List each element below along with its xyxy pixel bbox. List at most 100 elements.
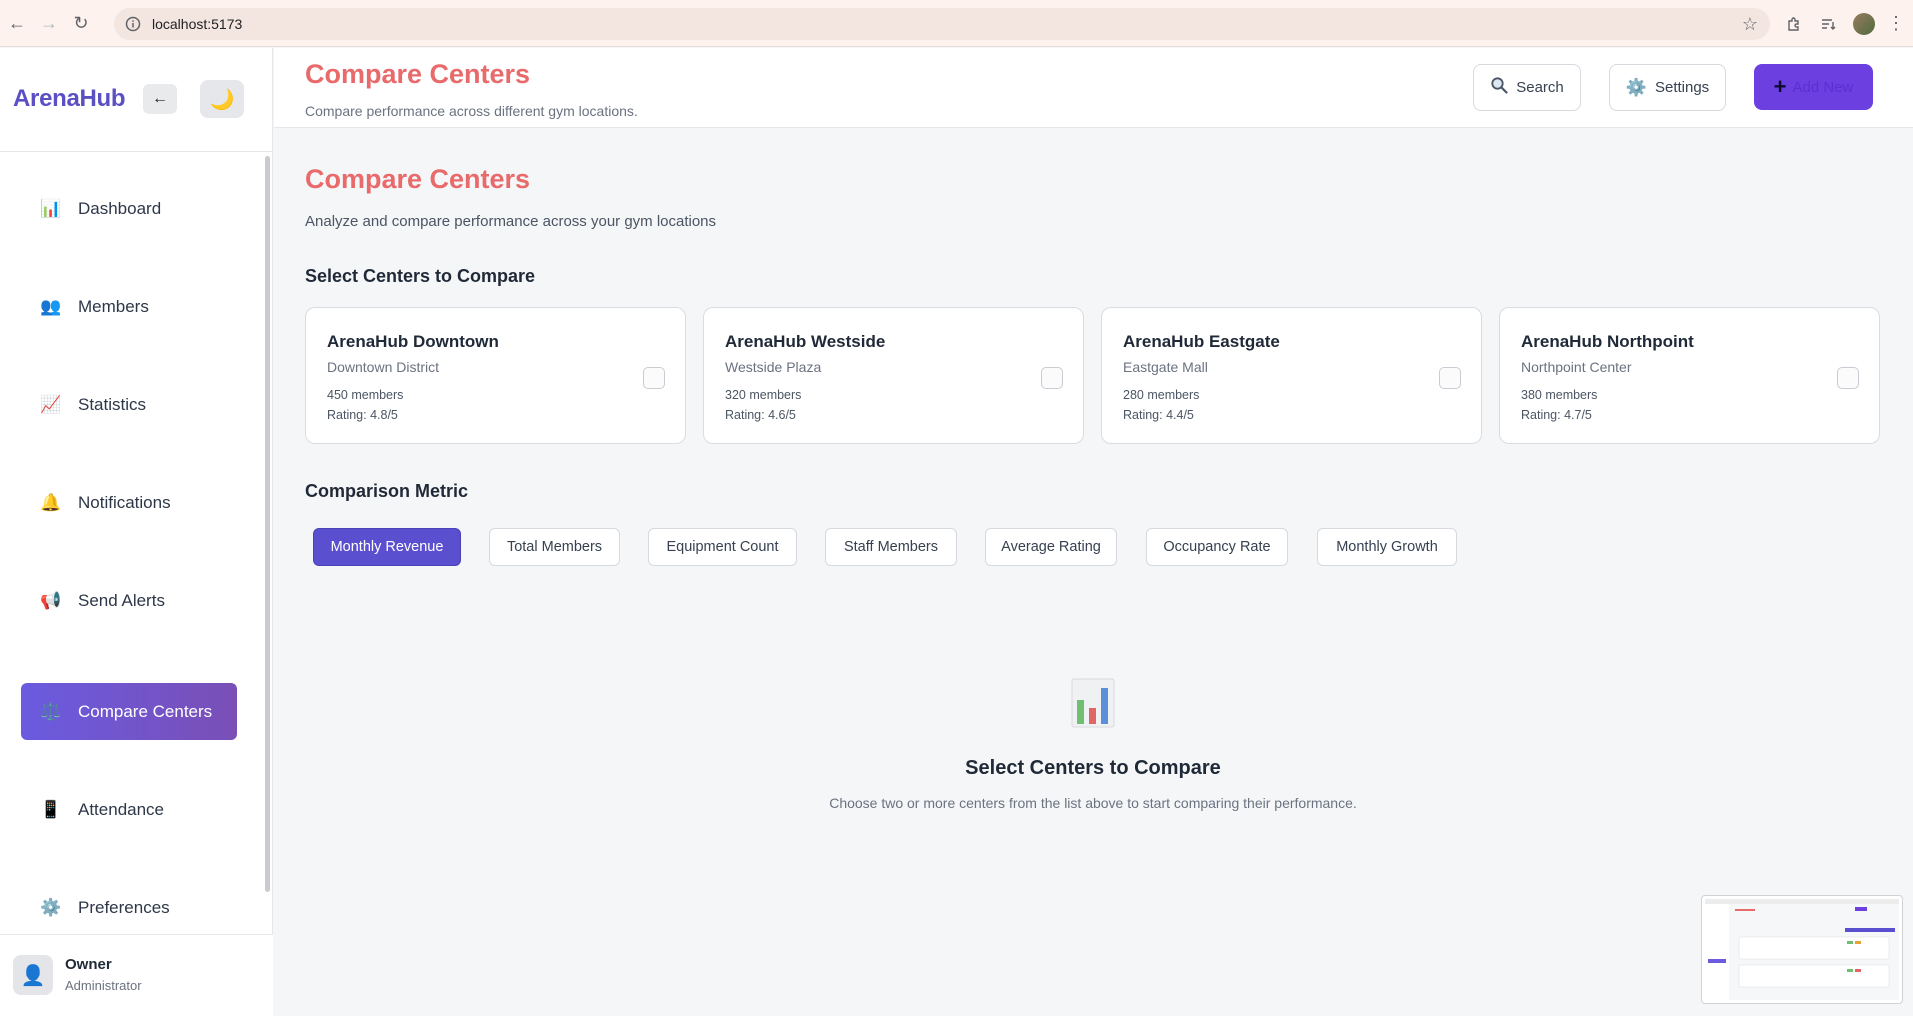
center-rating: Rating: 4.7/5 — [1521, 408, 1592, 422]
center-location: Northpoint Center — [1521, 359, 1632, 375]
page-title: Compare Centers — [305, 164, 531, 194]
select-centers-heading: Select Centers to Compare — [305, 266, 536, 286]
users-icon: 👥 — [40, 296, 62, 316]
moon-icon: 🌙 — [209, 88, 235, 111]
sidebar-item-dashboard[interactable]: 📊 Dashboard — [21, 180, 237, 237]
megaphone-icon: 📢 — [40, 590, 62, 610]
sidebar-item-label: Compare Centers — [78, 701, 213, 721]
center-members: 450 members — [327, 388, 404, 402]
sidebar-item-attendance[interactable]: 📱 Attendance — [21, 781, 237, 838]
metric-occupancy-rate[interactable]: Occupancy Rate — [1146, 528, 1288, 566]
scales-icon: ⚖️ — [40, 701, 62, 721]
theme-toggle-button[interactable]: 🌙 — [200, 80, 244, 118]
comparison-metric-heading: Comparison Metric — [305, 481, 469, 501]
trend-chart-icon: 📈 — [40, 394, 62, 414]
sidebar-item-compare-centers[interactable]: ⚖️ Compare Centers — [21, 683, 237, 740]
header-subtitle: Compare performance across different gym… — [305, 103, 638, 119]
search-button-label: Search — [1516, 79, 1564, 96]
center-select-checkbox[interactable] — [643, 367, 665, 389]
metric-average-rating[interactable]: Average Rating — [985, 528, 1117, 566]
metric-monthly-growth[interactable]: Monthly Growth — [1317, 528, 1457, 566]
center-rating: Rating: 4.8/5 — [327, 408, 398, 422]
back-icon[interactable]: ← — [4, 10, 30, 36]
gear-icon: ⚙️ — [40, 897, 62, 917]
forward-icon[interactable]: → — [36, 10, 62, 36]
sidebar-item-statistics[interactable]: 📈 Statistics — [21, 376, 237, 433]
sidebar-item-preferences[interactable]: ⚙️ Preferences — [21, 879, 237, 936]
bookmark-star-icon[interactable]: ☆ — [1742, 14, 1758, 35]
browser-toolbar: ← → ↻ localhost:5173 ☆ ⋮ — [0, 0, 1913, 47]
profile-avatar[interactable] — [1853, 12, 1875, 35]
center-location: Downtown District — [327, 359, 440, 375]
center-members: 320 members — [725, 388, 802, 402]
sidebar-item-label: Send Alerts — [78, 590, 165, 610]
center-card[interactable]: ArenaHub Downtown Downtown District 450 … — [305, 307, 686, 444]
user-name: Owner — [65, 956, 112, 973]
center-name: ArenaHub Northpoint — [1521, 332, 1694, 351]
center-card[interactable]: ArenaHub Eastgate Eastgate Mall 280 memb… — [1101, 307, 1482, 444]
bell-icon: 🔔 — [40, 492, 62, 512]
sidebar-item-label: Statistics — [78, 394, 147, 414]
center-location: Eastgate Mall — [1123, 359, 1208, 375]
sidebar-item-notifications[interactable]: 🔔 Notifications — [21, 474, 237, 531]
sidebar-item-label: Preferences — [78, 897, 170, 917]
center-name: ArenaHub Eastgate — [1123, 332, 1280, 351]
arrow-left-icon: ← — [152, 90, 168, 107]
user-role: Administrator — [65, 978, 142, 993]
center-name: ArenaHub Downtown — [327, 332, 499, 351]
center-select-checkbox[interactable] — [1439, 367, 1461, 389]
bar-chart-icon: 📊 — [40, 198, 62, 218]
sidebar-item-send-alerts[interactable]: 📢 Send Alerts — [21, 572, 237, 629]
center-card[interactable]: ArenaHub Northpoint Northpoint Center 38… — [1499, 307, 1880, 444]
metric-staff-members[interactable]: Staff Members — [825, 528, 957, 566]
center-rating: Rating: 4.6/5 — [725, 408, 796, 422]
address-bar[interactable]: localhost:5173 ☆ — [114, 8, 1770, 40]
metric-monthly-revenue[interactable]: Monthly Revenue — [313, 528, 461, 566]
user-profile[interactable]: 👤 Owner Administrator — [0, 934, 273, 1016]
plus-icon: + — [1773, 74, 1787, 99]
preview-thumbnail-image — [1705, 899, 1899, 1000]
sidebar-item-label: Dashboard — [78, 198, 162, 218]
site-info-icon[interactable] — [122, 13, 144, 35]
metric-total-members[interactable]: Total Members — [489, 528, 620, 566]
preview-thumbnail[interactable] — [1701, 895, 1903, 1004]
bar-chart-icon — [1071, 678, 1115, 728]
center-members: 280 members — [1123, 388, 1200, 402]
url-text[interactable]: localhost:5173 — [152, 16, 242, 32]
sidebar: ArenaHub ← 🌙 📊 Dashboard 👥 Members 📈 Sta… — [0, 48, 273, 1016]
sidebar-header: ArenaHub ← 🌙 — [0, 48, 272, 152]
sidebar-item-members[interactable]: 👥 Members — [21, 278, 237, 335]
center-members: 380 members — [1521, 388, 1598, 402]
page-subtitle: Analyze and compare performance across y… — [305, 213, 717, 230]
sidebar-item-label: Notifications — [78, 492, 171, 512]
reading-list-icon[interactable] — [1811, 7, 1845, 41]
sidebar-item-label: Members — [78, 296, 149, 316]
center-card[interactable]: ArenaHub Westside Westside Plaza 320 mem… — [703, 307, 1084, 444]
collapse-sidebar-button[interactable]: ← — [143, 84, 177, 114]
gear-icon: ⚙️ — [1625, 77, 1647, 97]
empty-state-title: Select Centers to Compare — [965, 757, 1221, 779]
add-new-button-label: Add New — [1792, 78, 1854, 96]
search-icon — [1490, 76, 1508, 99]
search-button[interactable]: Search — [1473, 64, 1581, 111]
brand-logo[interactable]: ArenaHub — [13, 85, 126, 113]
sidebar-item-label: Attendance — [78, 799, 165, 819]
extensions-icon[interactable] — [1777, 7, 1811, 41]
settings-button-label: Settings — [1654, 79, 1710, 96]
center-rating: Rating: 4.4/5 — [1123, 408, 1194, 422]
sidebar-scrollbar[interactable] — [265, 156, 270, 892]
empty-state-message: Choose two or more centers from the list… — [829, 795, 1357, 811]
browser-menu-icon[interactable]: ⋮ — [1883, 11, 1909, 37]
center-select-checkbox[interactable] — [1041, 367, 1063, 389]
add-new-button[interactable]: + Add New — [1754, 64, 1873, 110]
header-title: Compare Centers — [305, 59, 531, 89]
metric-equipment-count[interactable]: Equipment Count — [648, 528, 797, 566]
phone-icon: 📱 — [40, 799, 62, 819]
center-location: Westside Plaza — [725, 359, 822, 375]
center-name: ArenaHub Westside — [725, 332, 886, 351]
settings-button[interactable]: ⚙️ Settings — [1609, 64, 1726, 111]
page-header: Compare Centers Compare performance acro… — [274, 48, 1913, 128]
reload-icon[interactable]: ↻ — [68, 10, 94, 36]
center-select-checkbox[interactable] — [1837, 367, 1859, 389]
user-silhouette-icon: 👤 — [13, 955, 53, 995]
